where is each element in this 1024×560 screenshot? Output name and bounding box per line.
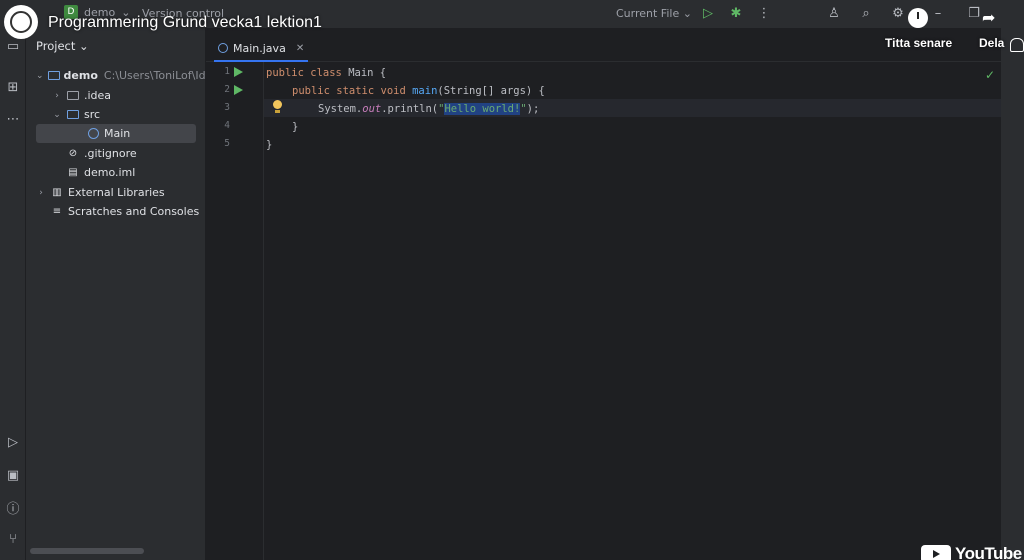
code-line-5: } [266,139,273,151]
line-number: 4 [224,120,230,131]
chevron-down-icon: ⌄ [36,70,44,81]
module-folder-icon [47,70,60,82]
file-icon: ▤ [68,167,78,178]
tree-item-gitignore[interactable]: ⊘ .gitignore [26,144,206,163]
more-tools-icon[interactable]: ⋯ [4,110,22,128]
tree-item-idea[interactable]: › .idea [26,86,206,105]
java-class-icon [86,128,100,140]
tree-item-label: .idea [84,89,112,102]
ignore-file-icon: ⊘ [68,148,78,159]
tree-item-src[interactable]: ⌄ src [26,105,206,124]
tree-item-label: Main [104,127,131,140]
line-number: 2 [224,84,230,95]
run-config-label: Current File [616,7,680,20]
selected-text: Hello world! [444,103,521,115]
tree-item-label: .gitignore [84,147,137,160]
minimize-icon[interactable]: – [930,5,946,21]
chevron-down-icon: ⌄ [53,109,61,120]
tree-item-label: demo.iml [84,166,136,179]
tab-main-java[interactable]: Main.java ✕ [214,36,309,62]
code-line-3: System.out.println("Hello world!"); [318,103,540,115]
run-gutter-icon[interactable] [234,85,245,96]
lightbulb-icon[interactable] [272,100,282,114]
search-icon[interactable]: ⌕ [858,5,874,21]
line-number: 3 [224,102,230,113]
channel-avatar[interactable] [4,5,38,39]
terminal-icon[interactable]: ▣ [4,466,22,484]
tree-item-label: demo [63,69,98,82]
project-folder-icon[interactable]: ▭ [4,37,22,55]
right-tool-strip [1001,28,1024,560]
editor-gutter: 1 2 3 4 5 [206,62,264,560]
line-number: 1 [224,66,230,77]
code-line-4: } [292,121,299,133]
youtube-watermark[interactable]: YouTube [921,544,1022,560]
video-title[interactable]: Programmering Grund vecka1 lektion1 [48,14,322,32]
chevron-down-icon: ⌄ [682,7,692,20]
code-line-1: public class Main { [266,67,387,79]
source-folder-icon [66,109,80,121]
chevron-right-icon: › [55,90,59,101]
watch-later-button[interactable]: Titta senare [885,36,952,50]
app-root: D demo ⌄ Version control Current File ⌄ … [0,0,1024,560]
close-icon[interactable]: ✕ [296,43,304,54]
no-problems-check-icon[interactable]: ✓ [985,68,995,82]
horizontal-scrollbar[interactable] [30,548,144,554]
settings-icon[interactable]: ⚙ [890,5,906,21]
project-panel: Project ⌄ ⌄ demo C:\Users\ToniLof\Ide › … [26,28,206,560]
tab-label: Main.java [233,41,286,55]
share-button[interactable]: Dela [979,36,1004,50]
tree-item-external-libraries[interactable]: › ▥ External Libraries [26,183,206,202]
project-panel-header[interactable]: Project ⌄ [36,39,89,53]
code-line-2: public static void main(String[] args) { [292,85,545,97]
chevron-right-icon: › [39,187,43,198]
editor-tab-bar: Main.java ✕ [206,28,1001,62]
restore-icon[interactable]: ❐ [966,5,982,21]
left-tool-strip: ▭ ⊞ ⋯ ▷ ▣ ⓘ ⑂ [0,28,26,560]
add-user-icon[interactable]: ♙ [826,5,842,21]
problems-icon[interactable]: ⓘ [4,498,22,517]
tree-item-demo[interactable]: ⌄ demo C:\Users\ToniLof\Ide [26,66,206,85]
notification-bell-icon[interactable] [1010,38,1024,52]
tree-item-scratches[interactable]: ≡ Scratches and Consoles [26,202,206,221]
code-editor: Main.java ✕ 1 2 3 4 5 public class Main … [206,28,1001,560]
youtube-wordmark: YouTube [955,544,1022,560]
java-class-icon [218,43,228,53]
share-arrow-icon[interactable]: ➦ [982,8,1002,27]
watch-later-clock-icon[interactable] [908,8,928,28]
youtube-play-icon [921,545,951,560]
scratches-icon: ≡ [52,206,62,217]
run-icon[interactable]: ▷ [700,5,716,21]
tree-item-label: src [84,108,101,121]
folder-icon [66,90,80,102]
line-number: 5 [224,138,230,149]
tree-item-path: C:\Users\ToniLof\Ide [103,69,206,82]
chevron-down-icon: ⌄ [79,39,89,53]
project-panel-title: Project [36,39,76,53]
git-icon[interactable]: ⑂ [4,530,22,548]
run-gutter-icon[interactable] [234,67,245,78]
services-icon[interactable]: ▷ [4,433,22,451]
more-actions-icon[interactable]: ⋮ [756,5,772,21]
tree-item-label: External Libraries [68,186,165,199]
structure-icon[interactable]: ⊞ [4,78,22,96]
tree-item-label: Scratches and Consoles [68,205,200,218]
library-icon: ▥ [52,187,62,198]
debug-icon[interactable]: ✱ [728,5,744,21]
run-config-selector[interactable]: Current File ⌄ [616,7,692,20]
tree-item-demo-iml[interactable]: ▤ demo.iml [26,163,206,182]
tree-item-main[interactable]: Main [36,124,196,143]
